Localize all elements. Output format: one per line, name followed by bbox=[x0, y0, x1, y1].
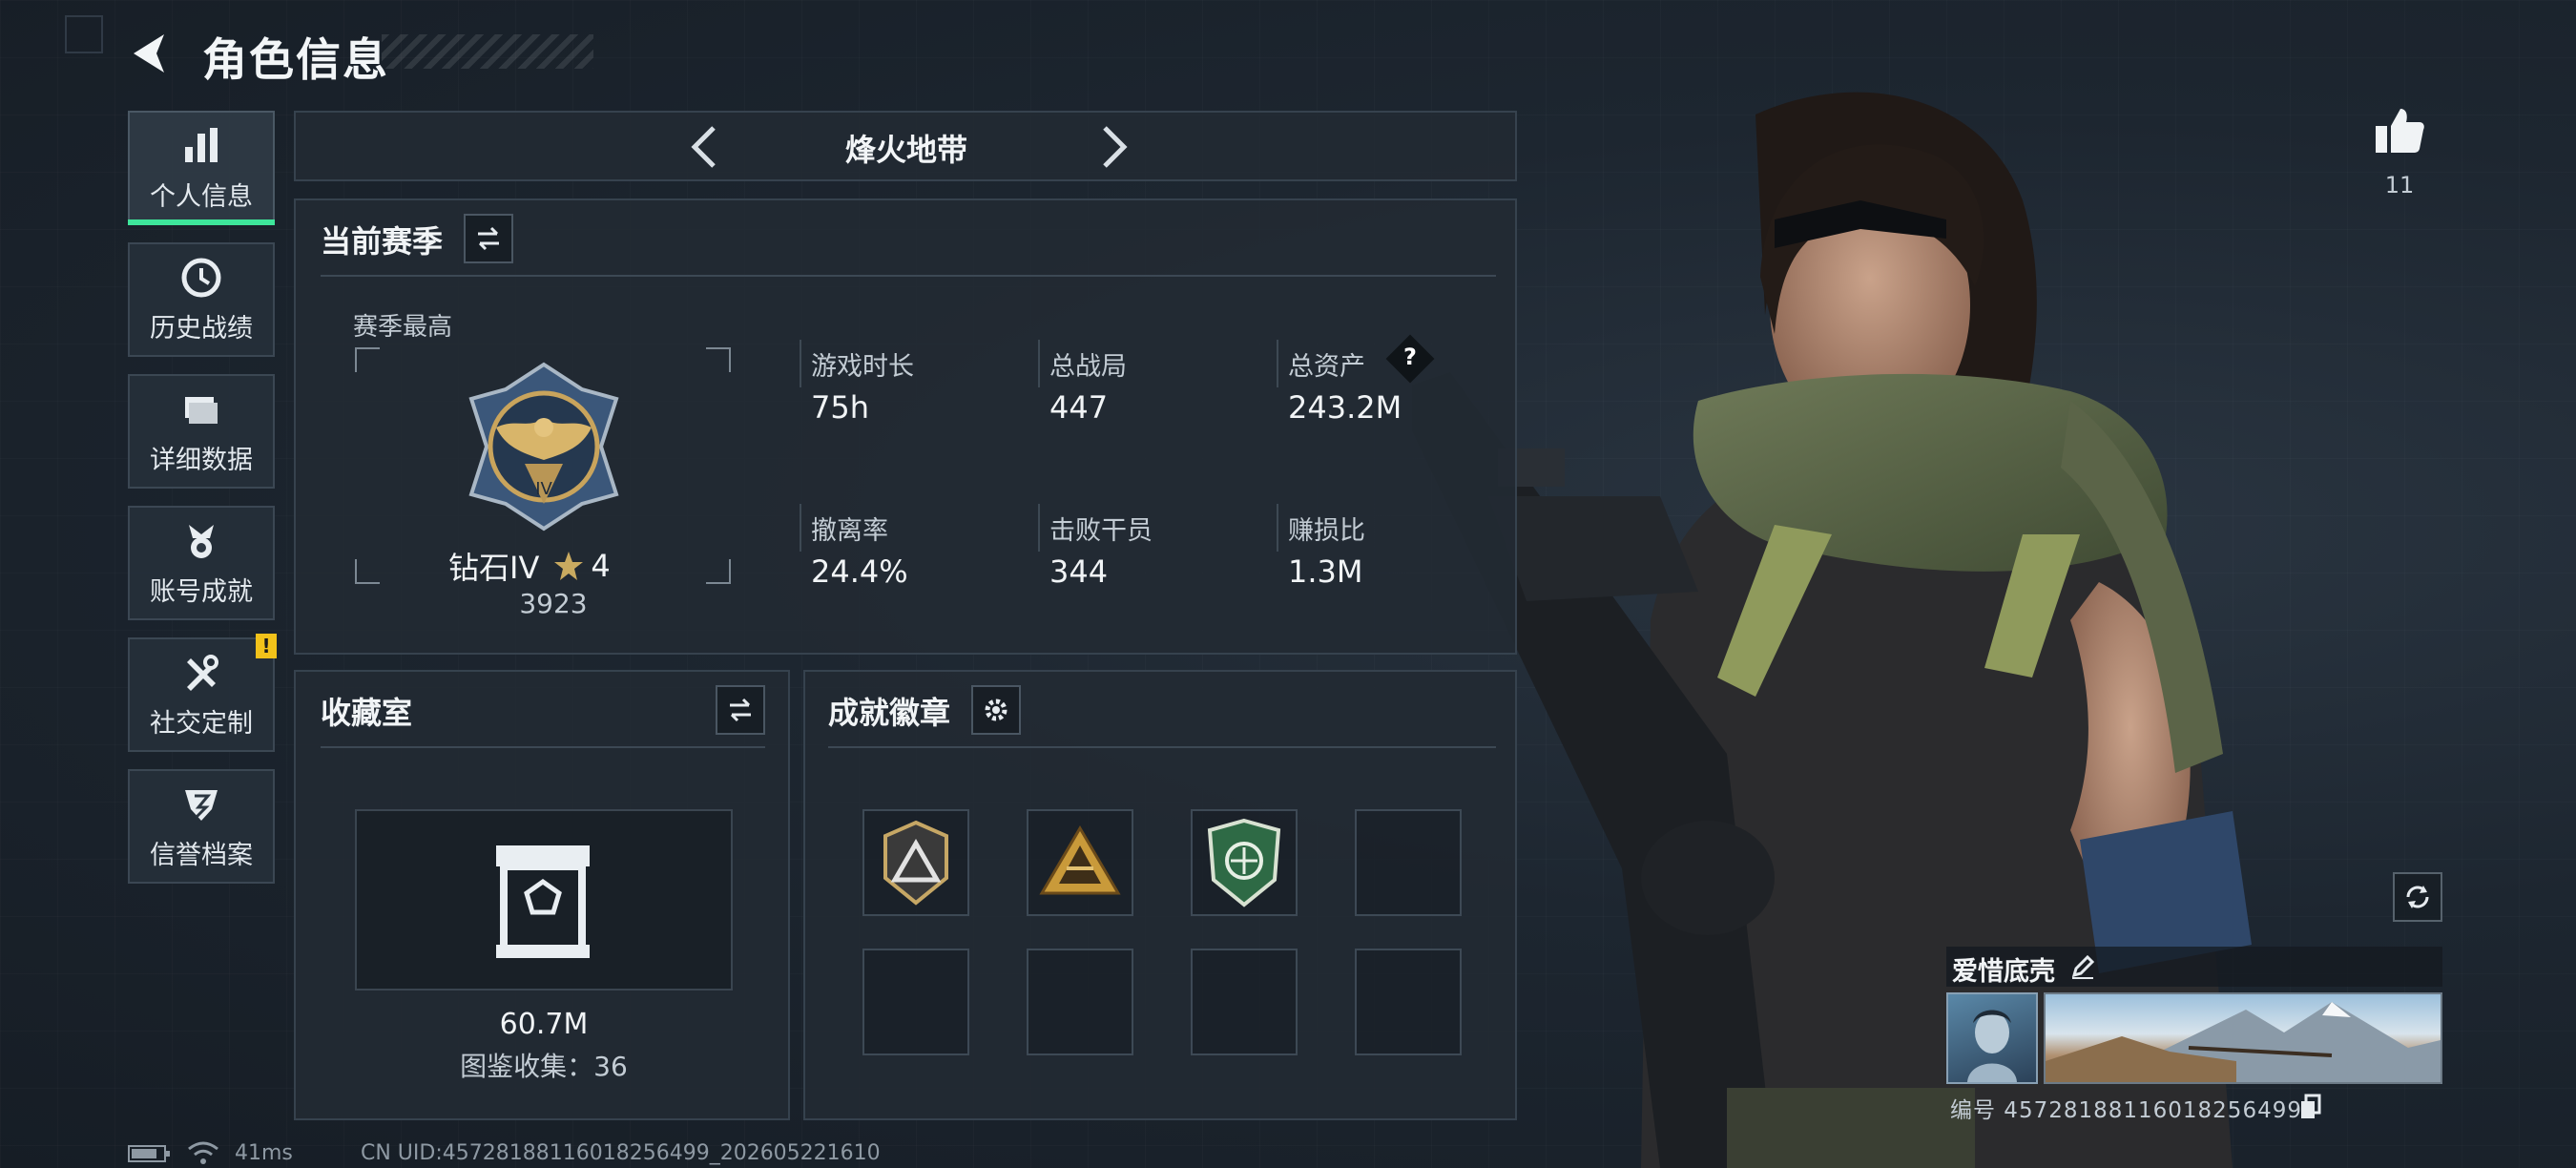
clock-icon bbox=[181, 258, 221, 297]
battery-icon bbox=[128, 1145, 170, 1162]
stat-value-profit-ratio: 1.3M bbox=[1288, 553, 1363, 590]
sidebar-item-label: 信誉档案 bbox=[150, 840, 253, 870]
player-name: 爱惜底壳 bbox=[1952, 957, 2055, 987]
season-title: 当前赛季 bbox=[321, 223, 444, 260]
stat-value-play-time: 75h bbox=[811, 389, 869, 426]
season-divider bbox=[321, 275, 1496, 277]
mode-title: 烽火地带 bbox=[844, 132, 967, 168]
badge-slot[interactable] bbox=[1355, 809, 1462, 916]
collection-display[interactable] bbox=[355, 809, 733, 991]
sidebar-item-label: 详细数据 bbox=[150, 445, 253, 475]
badge-slot[interactable] bbox=[862, 809, 969, 916]
achievement-panel: 成就徽章 bbox=[803, 670, 1517, 1120]
badge-slot[interactable] bbox=[1355, 949, 1462, 1055]
prev-mode-arrow-icon[interactable] bbox=[685, 122, 723, 172]
sidebar-item-label: 账号成就 bbox=[150, 576, 253, 607]
edit-pencil-icon[interactable] bbox=[2068, 952, 2097, 981]
sidebar-item-achievements[interactable]: 账号成就 bbox=[128, 506, 275, 620]
stat-label-total-assets: 总资产 bbox=[1288, 352, 1365, 382]
folder-icon bbox=[185, 396, 218, 424]
badge-slot[interactable] bbox=[1191, 949, 1298, 1055]
diamond-rank-emblem-icon: IV bbox=[468, 362, 619, 532]
collection-divider bbox=[321, 746, 765, 748]
vault-icon bbox=[496, 845, 590, 958]
triangle-badge-icon bbox=[883, 820, 948, 906]
achievement-settings-button[interactable] bbox=[971, 685, 1021, 735]
season-panel: 当前赛季 赛季最高 IV 钻石IV 4 3923 游戏时长 75h 总战局 44… bbox=[294, 198, 1517, 655]
avatar-portrait-icon bbox=[1967, 1010, 2017, 1082]
season-best-label: 赛季最高 bbox=[353, 313, 453, 342]
rotate-view-button[interactable] bbox=[2393, 872, 2442, 922]
green-shield-badge-icon bbox=[1207, 818, 1281, 907]
rotate-icon bbox=[2406, 886, 2429, 908]
catalog-count: 图鉴收集：36 bbox=[460, 1051, 628, 1082]
header-corner-deco bbox=[65, 15, 103, 53]
collection-panel: 收藏室 60.7M 图鉴收集：36 bbox=[294, 670, 790, 1120]
next-mode-arrow-icon[interactable] bbox=[1095, 122, 1133, 172]
stat-value-kills: 344 bbox=[1049, 553, 1109, 590]
sidebar-item-social-custom[interactable]: ! 社交定制 bbox=[128, 634, 277, 752]
back-arrow-icon[interactable] bbox=[122, 27, 176, 80]
badge-slot[interactable] bbox=[862, 949, 969, 1055]
collection-value: 60.7M bbox=[499, 1008, 589, 1041]
player-banner[interactable] bbox=[2044, 992, 2442, 1084]
sidebar-item-personal-info[interactable]: 个人信息 bbox=[128, 111, 275, 225]
bar-chart-icon bbox=[185, 127, 218, 162]
stat-value-total-assets: 243.2M bbox=[1288, 389, 1402, 426]
season-switch-button[interactable] bbox=[464, 214, 513, 263]
thumbs-up-icon[interactable] bbox=[2372, 103, 2427, 158]
rank-score: 3923 bbox=[519, 588, 588, 619]
sidebar-item-history[interactable]: 历史战绩 bbox=[128, 242, 275, 357]
badge-slot[interactable] bbox=[1027, 809, 1133, 916]
warning-badge: ! bbox=[256, 634, 277, 658]
help-icon[interactable]: ? bbox=[1393, 344, 1427, 370]
sidebar-item-label: 历史战绩 bbox=[150, 313, 253, 344]
swap-icon bbox=[478, 226, 499, 251]
sidebar-item-credit-file[interactable]: 信誉档案 bbox=[128, 769, 275, 884]
title-stripes-deco bbox=[382, 34, 593, 69]
stat-label-kills: 击败干员 bbox=[1049, 516, 1153, 546]
medal-icon bbox=[189, 524, 214, 558]
rank-name-row: 钻石IV 4 bbox=[448, 544, 611, 588]
collection-title: 收藏室 bbox=[321, 695, 413, 731]
badge-slot[interactable] bbox=[1027, 949, 1133, 1055]
page-title: 角色信息 bbox=[202, 34, 389, 87]
stat-label-profit-ratio: 赚损比 bbox=[1288, 516, 1365, 546]
sidebar-item-label: 社交定制 bbox=[150, 708, 253, 739]
player-avatar[interactable] bbox=[1946, 992, 2038, 1084]
ping-text: 41ms bbox=[235, 1141, 293, 1165]
stat-label-play-time: 游戏时长 bbox=[811, 352, 914, 382]
sidebar-item-detail-data[interactable]: 详细数据 bbox=[128, 374, 275, 489]
rank-stars: 4 bbox=[591, 548, 611, 584]
tools-icon bbox=[187, 654, 218, 691]
stat-label-total-matches: 总战局 bbox=[1049, 352, 1127, 382]
stat-value-total-matches: 447 bbox=[1049, 389, 1109, 426]
copy-icon[interactable] bbox=[2299, 1094, 2322, 1120]
swap-icon bbox=[730, 698, 751, 722]
footer-uid: CN UID:4572818811601825649​9_20260522161… bbox=[361, 1141, 881, 1165]
achievement-divider bbox=[828, 746, 1496, 748]
svg-text:IV: IV bbox=[535, 479, 552, 499]
likes-count: 11 bbox=[2384, 172, 2415, 198]
stat-value-extract-rate: 24.4% bbox=[811, 553, 908, 590]
badge-slot[interactable] bbox=[1191, 809, 1298, 916]
wifi-icon bbox=[188, 1141, 218, 1164]
achievement-title: 成就徽章 bbox=[828, 695, 951, 731]
stat-label-extract-rate: 撤离率 bbox=[811, 516, 888, 546]
collection-switch-button[interactable] bbox=[716, 685, 765, 735]
rank-name: 钻石IV bbox=[448, 550, 540, 586]
pyramid-badge-icon bbox=[1039, 825, 1121, 895]
gear-icon bbox=[985, 699, 1008, 721]
shield-icon bbox=[185, 789, 218, 821]
mode-selector-bar: 烽火地带 bbox=[294, 111, 1517, 181]
sidebar-item-label: 个人信息 bbox=[150, 181, 253, 212]
mountain-banner-icon bbox=[2046, 1002, 2441, 1082]
player-id: 编号 4572818811601825649​9 bbox=[1950, 1098, 2302, 1123]
star-icon bbox=[554, 552, 584, 580]
